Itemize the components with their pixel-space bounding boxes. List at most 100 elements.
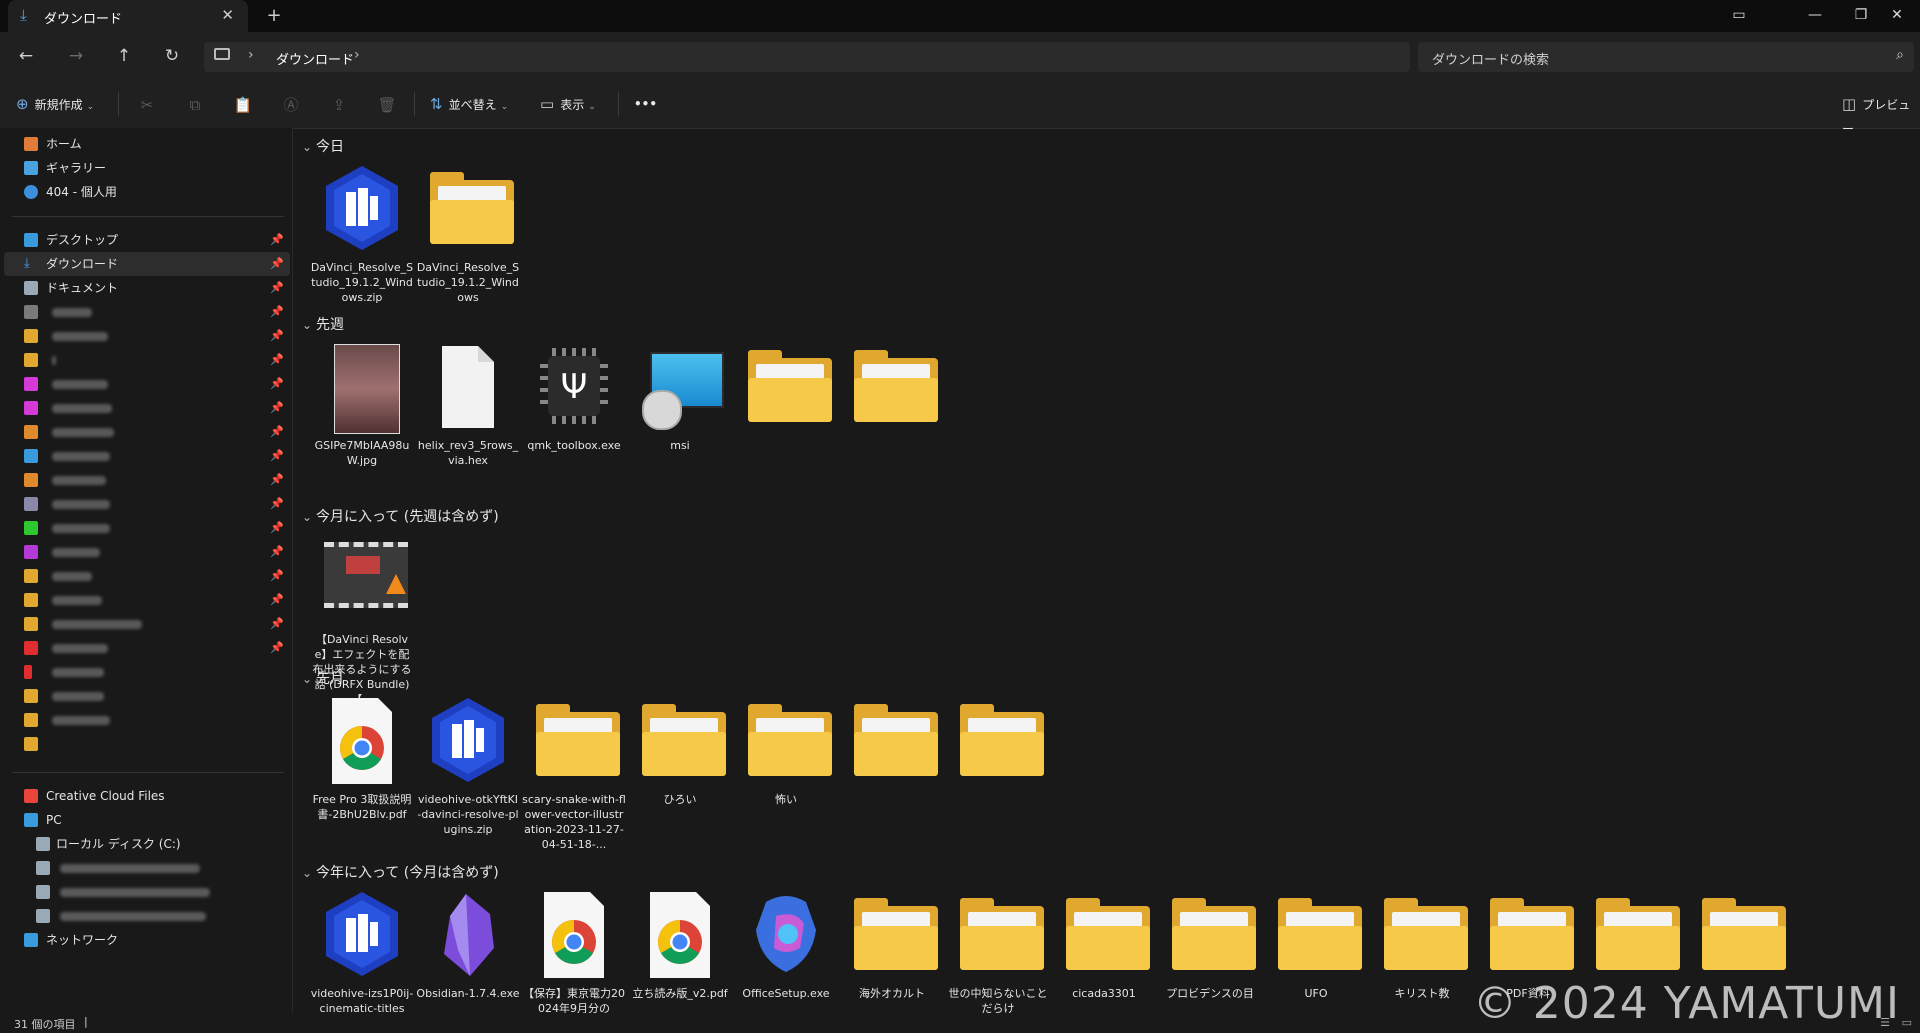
preview-button[interactable]: ◫ プレビュー <box>1842 92 1920 136</box>
forward-button[interactable]: → <box>60 44 92 68</box>
sidebar-item-blurred[interactable]: 📌 <box>4 396 290 420</box>
tiles-view-icon[interactable]: ▭ <box>1902 1016 1912 1029</box>
sidebar-item-network[interactable]: ネットワーク <box>4 928 290 952</box>
file-item[interactable]: 怖い <box>734 696 838 836</box>
sidebar-item-blurred[interactable]: 📌 <box>4 612 290 636</box>
breadcrumb-downloads[interactable]: ダウンロード <box>276 49 354 68</box>
sidebar-item-home[interactable]: ホーム <box>4 132 290 156</box>
file-item[interactable]: GSIPe7MbIAA98uW.jpg <box>310 342 414 482</box>
blurred-label <box>52 644 108 653</box>
file-item[interactable]: 立ち読み版_v2.pdf <box>628 890 732 1030</box>
group-header-last-week[interactable]: ⌄ 先週 <box>302 314 344 334</box>
folder-icon <box>24 737 38 751</box>
paste-icon[interactable]: 📋 <box>232 94 254 116</box>
network-icon <box>24 933 38 947</box>
sidebar-item-pc[interactable]: PC <box>4 808 290 832</box>
file-item[interactable]: OfficeSetup.exe <box>734 890 838 1030</box>
file-item[interactable]: helix_rev3_5rows_via.hex <box>416 342 520 482</box>
sidebar-item-blurred[interactable]: 📌 <box>4 516 290 540</box>
cut-icon[interactable]: ✂ <box>136 94 158 116</box>
close-button[interactable]: ✕ <box>1874 0 1920 32</box>
sidebar-item-blurred[interactable] <box>4 660 290 684</box>
file-item[interactable]: msi <box>628 342 732 482</box>
sidebar-item-blurred[interactable]: 📌 <box>4 420 290 444</box>
file-item[interactable]: cicada3301 <box>1052 890 1156 1030</box>
file-item[interactable]: 世の中知らないことだらけ <box>946 890 1050 1030</box>
group-header-this-month[interactable]: ⌄ 今月に入って (先週は含めず) <box>302 506 499 526</box>
file-item[interactable]: 【DaVinci Resolve】エフェクトを配布出来るようにする話 (DRFX… <box>310 536 414 706</box>
file-name: プロビデンスの目 <box>1166 987 1254 1000</box>
sidebar-item-blurred[interactable]: 📌 <box>4 492 290 516</box>
sidebar-item-downloads[interactable]: ⤓ ダウンロード 📌 <box>4 252 290 276</box>
minimize-button[interactable]: — <box>1792 0 1838 32</box>
file-item[interactable]: DaVinci_Resolve_Studio_19.1.2_Windows <box>416 164 520 304</box>
up-button[interactable]: ↑ <box>108 44 140 68</box>
group-header-last-month[interactable]: ⌄ 先月 <box>302 668 344 688</box>
new-tab-button[interactable]: + <box>262 4 286 28</box>
file-item[interactable]: プロビデンスの目 <box>1158 890 1262 1030</box>
sidebar-item-blurred[interactable]: 📌 <box>4 372 290 396</box>
delete-icon[interactable]: 🗑 <box>376 94 398 116</box>
sidebar-item-blurred-drive[interactable] <box>4 856 290 880</box>
sidebar-item-onedrive[interactable]: 404 - 個人用 <box>4 180 290 204</box>
sidebar-item-blurred[interactable] <box>4 684 290 708</box>
sidebar-item-blurred[interactable]: 📌 <box>4 636 290 660</box>
file-item[interactable]: Obsidian-1.7.4.exe <box>416 890 520 1030</box>
sidebar-item-local-disk[interactable]: ローカル ディスク (C:) <box>4 832 290 856</box>
file-item[interactable]: Free Pro 3取扱説明書-2BhU2Blv.pdf <box>310 696 414 836</box>
sidebar-item-blurred[interactable]: 📌 <box>4 540 290 564</box>
file-item[interactable]: Ψqmk_toolbox.exe <box>522 342 626 482</box>
file-item[interactable]: DaVinci_Resolve_Studio_19.1.2_Windows.zi… <box>310 164 414 304</box>
file-item[interactable] <box>946 696 1050 836</box>
file-item[interactable]: キリスト教 <box>1370 890 1474 1030</box>
chevron-down-icon: ⌄ <box>86 102 95 112</box>
sidebar-item-desktop[interactable]: デスクトップ 📌 <box>4 228 290 252</box>
sidebar-item-blurred[interactable] <box>4 732 290 756</box>
search-input[interactable]: ダウンロードの検索 ⌕ <box>1418 42 1914 72</box>
sidebar-item-creative-cloud[interactable]: Creative Cloud Files <box>4 784 290 808</box>
breadcrumb-chevron[interactable]: › <box>354 47 360 63</box>
new-button[interactable]: ⊕ 新規作成 ⌄ <box>16 92 94 116</box>
copy-icon[interactable]: ⧉ <box>184 94 206 116</box>
group-title: 今月に入って (先週は含めず) <box>316 509 499 525</box>
file-item[interactable] <box>734 342 838 482</box>
sidebar-item-blurred-drive[interactable] <box>4 904 290 928</box>
share-icon[interactable]: ⇪ <box>328 94 350 116</box>
sidebar-item-documents[interactable]: ドキュメント 📌 <box>4 276 290 300</box>
tab-downloads[interactable]: ⤓ ダウンロード ✕ <box>8 0 248 32</box>
rename-icon[interactable]: Ⓐ <box>280 94 302 116</box>
file-item[interactable] <box>840 696 944 836</box>
group-header-this-year[interactable]: ⌄ 今年に入って (今月は含めず) <box>302 862 499 882</box>
view-button[interactable]: ▭ 表示 ⌄ <box>540 92 596 116</box>
file-item[interactable]: scary-snake-with-flower-vector-illustrat… <box>522 696 626 851</box>
sidebar-item-label: ダウンロード <box>46 257 119 271</box>
address-bar[interactable]: › ダウンロード › <box>204 42 1410 72</box>
file-item[interactable]: 【保存】東京電力20024年9月分の <box>522 890 626 1030</box>
sidebar-item-blurred[interactable]: 📌 <box>4 300 290 324</box>
back-button[interactable]: ← <box>10 44 42 68</box>
sidebar-item-blurred[interactable]: 📌 <box>4 324 290 348</box>
sidebar-item-blurred[interactable] <box>4 708 290 732</box>
sidebar-item-blurred[interactable]: 📌 <box>4 564 290 588</box>
sidebar-item-blurred[interactable]: 📌 <box>4 468 290 492</box>
file-item[interactable]: UFO <box>1264 890 1368 1030</box>
file-name: 海外オカルト <box>859 987 925 1000</box>
tab-close-button[interactable]: ✕ <box>221 6 234 24</box>
sidebar-item-blurred-drive[interactable] <box>4 880 290 904</box>
sidebar-item-gallery[interactable]: ギャラリー <box>4 156 290 180</box>
refresh-button[interactable]: ↻ <box>156 44 188 68</box>
sort-button[interactable]: ⇅ 並べ替え ⌄ <box>430 92 508 116</box>
file-item[interactable]: videohive-izs1P0ij-cinematic-titles <box>310 890 414 1030</box>
file-name: 世の中知らないことだらけ <box>948 987 1048 1015</box>
file-item[interactable]: ひろい <box>628 696 732 836</box>
file-item[interactable]: 海外オカルト <box>840 890 944 1030</box>
group-header-today[interactable]: ⌄ 今日 <box>302 136 344 156</box>
sidebar-item-blurred[interactable]: 📌 <box>4 588 290 612</box>
more-options-button[interactable]: ••• <box>634 92 657 116</box>
sidebar-item-label: PC <box>46 813 62 827</box>
sidebar-item-blurred[interactable]: 📌 <box>4 444 290 468</box>
mini-mode-icon[interactable]: ▭ <box>1716 0 1762 32</box>
sidebar-item-blurred[interactable]: 📌 <box>4 348 290 372</box>
file-item[interactable]: videohive-otkYftKI-davinci-resolve-plugi… <box>416 696 520 836</box>
file-item[interactable] <box>840 342 944 482</box>
